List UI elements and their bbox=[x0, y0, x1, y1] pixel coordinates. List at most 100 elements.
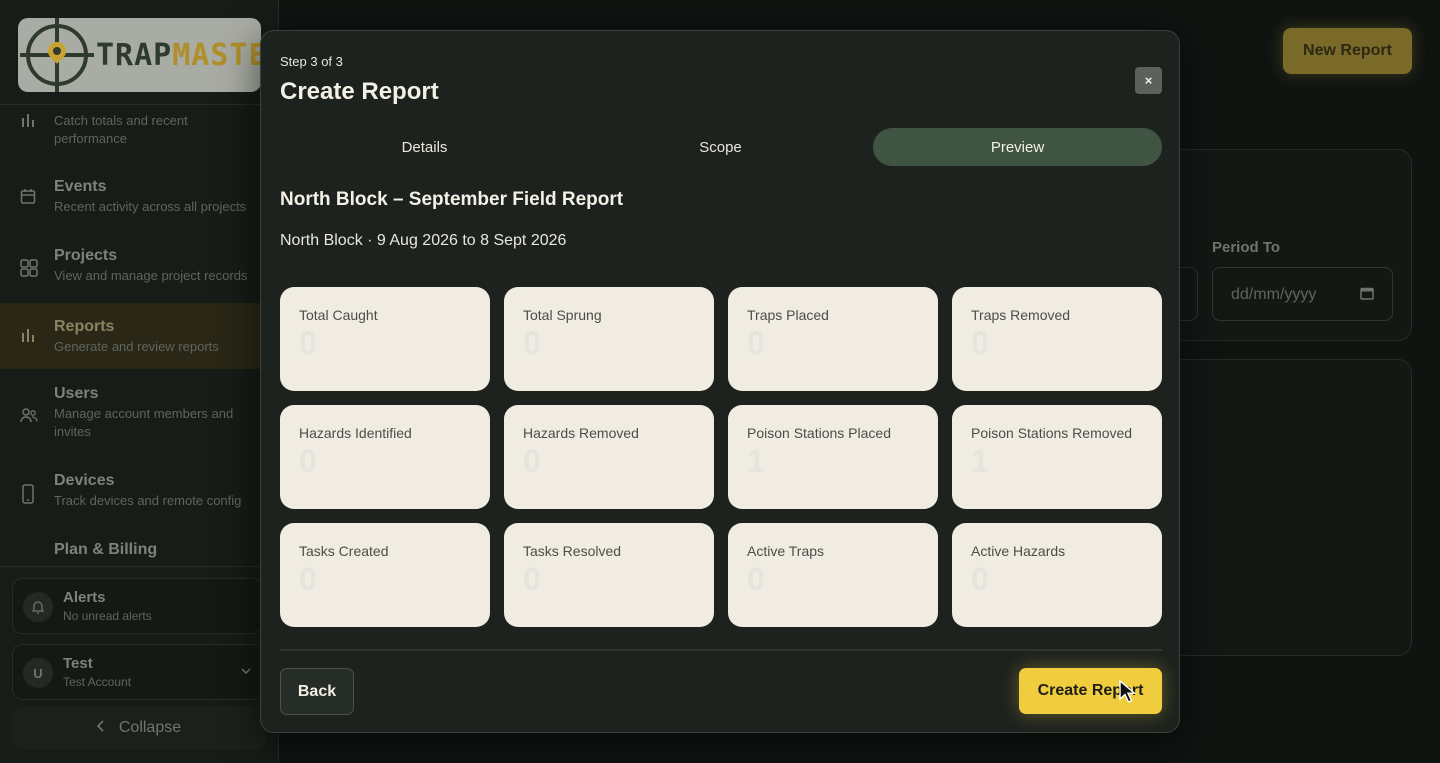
stat-label: Poison Stations Removed bbox=[971, 425, 1133, 441]
sidebar-item-dashboard[interactable]: Catch totals and recent performance bbox=[0, 106, 279, 174]
sidebar-separator bbox=[0, 566, 279, 567]
alerts-title: Alerts bbox=[63, 589, 106, 606]
stats-grid: Total Caught 0 Total Sprung 0 Traps Placed… bbox=[280, 287, 1162, 627]
user-account: Test Account bbox=[63, 675, 132, 689]
new-report-button[interactable]: New Report bbox=[1283, 28, 1412, 74]
stat-value: 0 bbox=[971, 561, 989, 597]
users-icon bbox=[20, 407, 38, 425]
stat-value: 1 bbox=[747, 443, 765, 479]
location-pin-icon bbox=[44, 38, 70, 64]
stat-card: Traps Removed 0 bbox=[952, 287, 1162, 391]
bar-chart-icon bbox=[20, 327, 38, 345]
stat-card: Total Sprung 0 bbox=[504, 287, 714, 391]
stat-label: Tasks Created bbox=[299, 543, 389, 559]
sidebar-item-subtitle: Track devices and remote config bbox=[54, 493, 242, 508]
report-title: North Block – September Field Report bbox=[280, 189, 624, 210]
stat-card: Active Hazards 0 bbox=[952, 523, 1162, 627]
nav-divider bbox=[0, 104, 279, 105]
report-subtitle: North Block · 9 Aug 2026 to 8 Sept 2026 bbox=[280, 232, 567, 249]
sidebar-item-subtitle: Manage account members and invites bbox=[54, 406, 234, 439]
stat-value: 0 bbox=[299, 443, 317, 479]
stat-card: Active Traps 0 bbox=[728, 523, 938, 627]
stat-label: Hazards Identified bbox=[299, 425, 412, 441]
phone-icon bbox=[20, 484, 38, 504]
create-report-button[interactable]: Create Report bbox=[1019, 668, 1162, 714]
stat-label: Hazards Removed bbox=[523, 425, 639, 441]
chevron-down-icon bbox=[241, 663, 251, 677]
stat-label: Poison Stations Placed bbox=[747, 425, 891, 441]
stat-value: 0 bbox=[523, 443, 541, 479]
sidebar-item-label: Reports bbox=[54, 318, 115, 335]
stat-label: Traps Placed bbox=[747, 307, 829, 323]
sidebar-item-label: Projects bbox=[54, 247, 118, 264]
alerts-card[interactable]: Alerts No unread alerts bbox=[12, 578, 262, 634]
sidebar-item-subtitle: View and manage project records bbox=[54, 268, 248, 283]
alerts-subtitle: No unread alerts bbox=[63, 609, 152, 623]
stat-label: Tasks Resolved bbox=[523, 543, 622, 559]
tab-scope[interactable]: Scope bbox=[576, 128, 865, 166]
sidebar: TRAPMASTER Catch totals and recent perfo… bbox=[0, 0, 286, 763]
logo-word-main: TRAP bbox=[96, 37, 173, 73]
chevron-left-icon bbox=[96, 719, 105, 737]
collapse-button[interactable]: Collapse bbox=[12, 706, 266, 750]
bar-chart-icon bbox=[20, 112, 38, 130]
sidebar-item-events[interactable]: Events Recent activity across all projec… bbox=[0, 178, 279, 246]
sidebar-item-reports[interactable]: Reports Generate and review reports bbox=[0, 303, 279, 369]
create-report-dialog: Step 3 of 3 Create Report × Details Scop… bbox=[260, 30, 1180, 733]
calendar-icon[interactable] bbox=[1360, 286, 1374, 303]
stat-value: 1 bbox=[971, 443, 989, 479]
tab-preview[interactable]: Preview bbox=[873, 128, 1162, 166]
stat-card: Tasks Resolved 0 bbox=[504, 523, 714, 627]
reports-panel bbox=[1150, 359, 1412, 656]
stat-label: Total Caught bbox=[299, 307, 378, 323]
stat-card: Tasks Created 0 bbox=[280, 523, 490, 627]
stat-label: Traps Removed bbox=[971, 307, 1071, 323]
stat-card: Hazards Identified 0 bbox=[280, 405, 490, 509]
sidebar-item-label: Events bbox=[54, 178, 107, 195]
stat-card: Total Caught 0 bbox=[280, 287, 490, 391]
sidebar-item-users[interactable]: Users Manage account members and invites bbox=[0, 385, 279, 453]
step-indicator: Step 3 of 3 bbox=[280, 54, 343, 69]
back-button[interactable]: Back bbox=[280, 668, 354, 715]
grid-icon bbox=[20, 259, 38, 277]
stat-card: Poison Stations Placed 1 bbox=[728, 405, 938, 509]
stat-value: 0 bbox=[747, 561, 765, 597]
stat-label: Total Sprung bbox=[523, 307, 602, 323]
stat-card: Hazards Removed 0 bbox=[504, 405, 714, 509]
sidebar-item-subtitle: Catch totals and recent performance bbox=[54, 113, 188, 146]
logo-wordmark: TRAPMASTER bbox=[96, 38, 287, 73]
stat-value: 0 bbox=[523, 325, 541, 361]
sidebar-item-subtitle: Generate and review reports bbox=[54, 339, 219, 354]
sidebar-item-plan-billing[interactable]: Plan & Billing bbox=[0, 541, 279, 566]
mouse-cursor-icon bbox=[1118, 679, 1138, 704]
stat-card: Poison Stations Removed 1 bbox=[952, 405, 1162, 509]
app-logo[interactable]: TRAPMASTER bbox=[18, 18, 286, 92]
sidebar-item-label: Devices bbox=[54, 472, 115, 489]
account-menu[interactable]: U Test Test Account bbox=[12, 644, 262, 700]
footer-divider bbox=[280, 649, 1162, 651]
step-tabs: Details Scope Preview bbox=[280, 128, 1162, 166]
period-to-label: Period To bbox=[1212, 239, 1281, 256]
calendar-icon bbox=[20, 188, 38, 206]
bell-icon bbox=[23, 592, 53, 622]
stat-value: 0 bbox=[299, 561, 317, 597]
sidebar-item-label: Users bbox=[54, 385, 99, 402]
stat-value: 0 bbox=[971, 325, 989, 361]
sidebar-item-label: Plan & Billing bbox=[54, 541, 158, 558]
stat-value: 0 bbox=[299, 325, 317, 361]
stat-label: Active Traps bbox=[747, 543, 825, 559]
sidebar-item-devices[interactable]: Devices Track devices and remote config bbox=[0, 472, 279, 540]
tab-details[interactable]: Details bbox=[280, 128, 569, 166]
stat-label: Active Hazards bbox=[971, 543, 1066, 559]
period-to-input[interactable]: dd/mm/yyyy bbox=[1212, 267, 1393, 321]
date-placeholder: dd/mm/yyyy bbox=[1231, 286, 1317, 303]
collapse-label: Collapse bbox=[118, 719, 182, 736]
crosshair-logo-icon bbox=[20, 18, 94, 92]
stat-value: 0 bbox=[747, 325, 765, 361]
dialog-title: Create Report bbox=[280, 78, 439, 105]
close-button[interactable]: × bbox=[1135, 67, 1162, 94]
user-name: Test bbox=[63, 655, 93, 672]
avatar: U bbox=[23, 658, 53, 688]
stat-card: Traps Placed 0 bbox=[728, 287, 938, 391]
sidebar-item-subtitle: Recent activity across all projects bbox=[54, 199, 247, 214]
